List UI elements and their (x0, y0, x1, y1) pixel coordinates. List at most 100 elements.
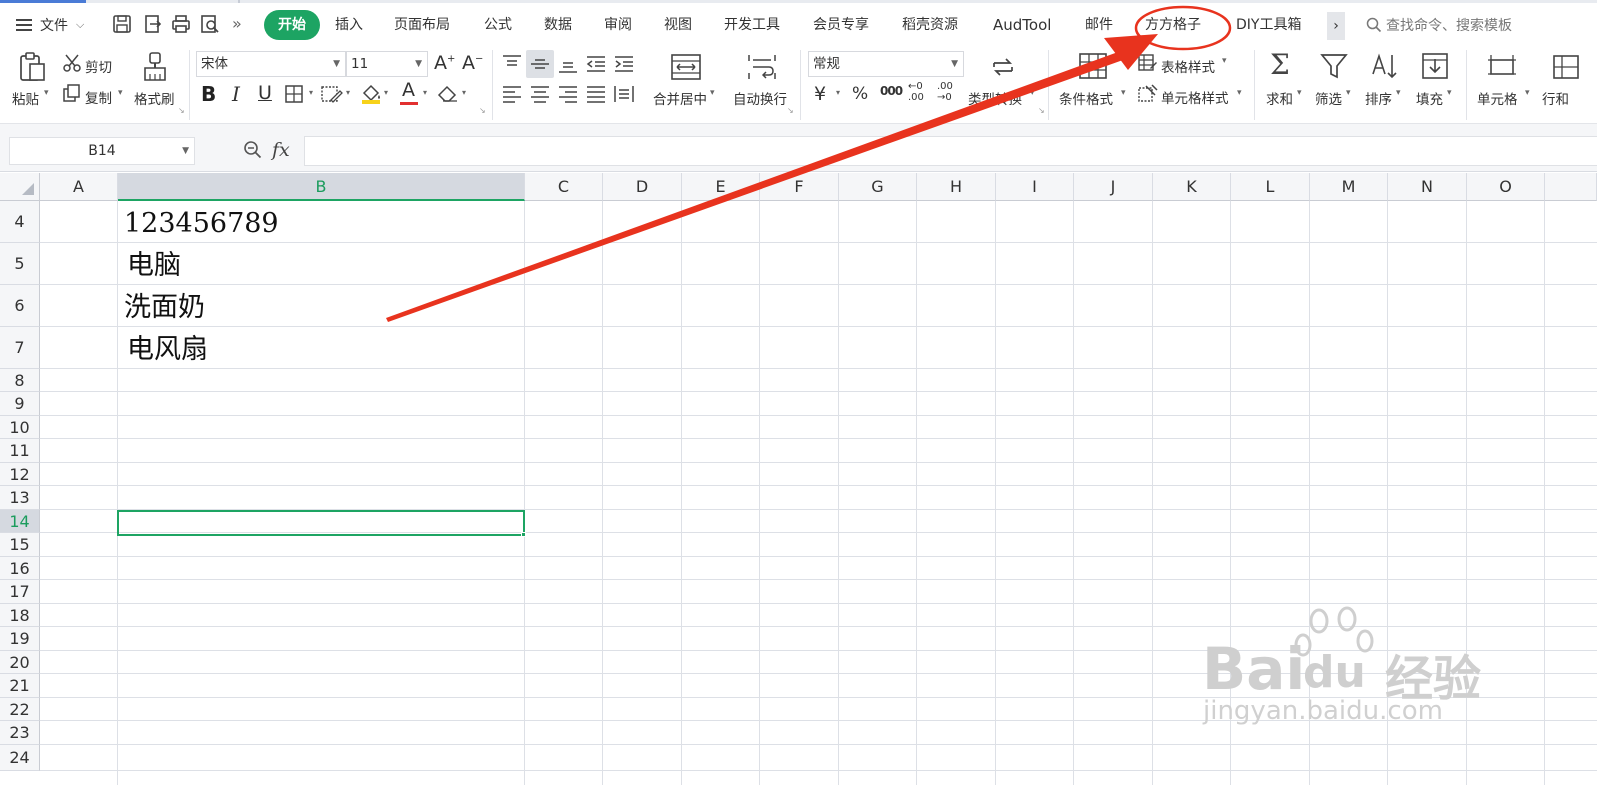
conditional-format-button[interactable]: 条件格式 (1059, 88, 1113, 108)
fill-handle[interactable] (521, 532, 526, 537)
active-cell-B14[interactable] (117, 510, 525, 536)
export-pdf-icon[interactable] (143, 14, 163, 34)
row-header-14[interactable]: 14 (0, 510, 40, 533)
chevron-down-icon[interactable]: ▾ (836, 88, 840, 97)
column-header-B[interactable]: B (118, 173, 525, 201)
tab-fangfangezi[interactable]: 方方格子 (1145, 10, 1201, 40)
conditional-format-icon[interactable] (1078, 52, 1108, 80)
row-header-6[interactable]: 6 (0, 285, 40, 327)
paste-button[interactable]: 粘贴 (12, 88, 39, 108)
font-color-icon[interactable]: A (402, 79, 415, 101)
align-right-icon[interactable] (557, 84, 579, 104)
column-header-K[interactable]: K (1153, 173, 1231, 201)
alignment-launcher-icon[interactable]: ↘ (787, 106, 794, 115)
wrap-text-button[interactable]: 自动换行 (733, 88, 787, 108)
insert-function-button[interactable]: fx (272, 139, 290, 161)
row-header-8[interactable]: 8 (0, 369, 40, 392)
row-header-22[interactable]: 22 (0, 698, 40, 721)
type-convert-icon[interactable] (990, 54, 1016, 80)
file-menu[interactable]: 文件 ⌵ (16, 14, 84, 36)
cell-style-button[interactable]: 单元格样式 (1161, 87, 1229, 107)
tab-developer[interactable]: 开发工具 (724, 10, 780, 40)
tab-insert[interactable]: 插入 (335, 10, 363, 40)
fill-color-icon[interactable] (360, 82, 382, 104)
row-header-5[interactable]: 5 (0, 243, 40, 285)
chevron-down-icon[interactable]: ▾ (423, 88, 427, 97)
currency-icon[interactable]: ¥ (814, 83, 826, 105)
decrease-decimal-icon[interactable]: .00 →0 (937, 81, 953, 103)
filter-button[interactable]: 筛选 (1315, 88, 1342, 108)
eraser-icon[interactable] (437, 84, 459, 102)
row-header-21[interactable]: 21 (0, 674, 40, 698)
number-format-select[interactable]: 常规 ▼ (808, 51, 964, 77)
paste-icon[interactable] (18, 52, 46, 82)
row-header-15[interactable]: 15 (0, 533, 40, 557)
font-launcher-icon[interactable]: ↘ (479, 106, 486, 115)
chevron-down-icon[interactable]: ▾ (462, 88, 466, 97)
tab-view[interactable]: 视图 (664, 10, 692, 40)
row-header-24[interactable]: 24 (0, 745, 40, 771)
row-header-16[interactable]: 16 (0, 557, 40, 580)
save-icon[interactable] (112, 14, 132, 34)
column-header-D[interactable]: D (603, 173, 682, 201)
chevron-down-icon[interactable]: ▾ (1222, 56, 1227, 66)
underline-icon[interactable]: U (258, 82, 272, 104)
row-header-13[interactable]: 13 (0, 486, 40, 510)
font-size-select[interactable]: 11 ▼ (346, 51, 428, 77)
bold-icon[interactable]: B (201, 82, 216, 106)
column-header-J[interactable]: J (1074, 173, 1153, 201)
row-header-23[interactable]: 23 (0, 721, 40, 745)
row-header-20[interactable]: 20 (0, 651, 40, 674)
align-bottom-icon[interactable] (557, 54, 579, 74)
column-header-C[interactable]: C (525, 173, 603, 201)
tab-review[interactable]: 审阅 (604, 10, 632, 40)
cell-B5[interactable]: 电脑 (127, 245, 181, 286)
format-painter-icon[interactable] (142, 52, 168, 82)
cell-B6[interactable]: 洗面奶 (124, 287, 205, 328)
row-header-11[interactable]: 11 (0, 439, 40, 463)
cell-format-icon[interactable] (321, 85, 343, 103)
increase-decimal-icon[interactable]: ←0.00 (908, 81, 924, 103)
row-header-10[interactable]: 10 (0, 416, 40, 439)
increase-indent-icon[interactable] (613, 54, 635, 74)
row-col-icon[interactable] (1552, 54, 1582, 80)
paste-dropdown-icon[interactable]: ▾ (44, 88, 49, 98)
chevron-down-icon[interactable]: ▾ (1237, 88, 1242, 98)
justify-icon[interactable] (585, 84, 607, 104)
decrease-font-size-icon[interactable]: A− (462, 52, 483, 74)
number-launcher-icon[interactable]: ↘ (1038, 106, 1045, 115)
filter-icon[interactable] (1320, 52, 1348, 80)
italic-icon[interactable]: I (232, 82, 240, 106)
column-header-O[interactable]: O (1467, 173, 1545, 201)
table-style-button[interactable]: 表格样式 (1161, 56, 1215, 76)
chevron-down-icon[interactable]: ▾ (309, 88, 313, 97)
column-header-E[interactable]: E (682, 173, 760, 201)
clipboard-launcher-icon[interactable]: ↘ (178, 106, 185, 115)
tab-diy-toolbox[interactable]: DIY工具箱 (1236, 10, 1301, 40)
format-painter-button[interactable]: 格式刷 (134, 88, 175, 108)
row-header-9[interactable]: 9 (0, 392, 40, 416)
chevron-down-icon[interactable]: ▾ (710, 88, 715, 98)
font-name-select[interactable]: 宋体 ▼ (196, 51, 346, 77)
row-header-19[interactable]: 19 (0, 627, 40, 651)
row-header-7[interactable]: 7 (0, 327, 40, 369)
tab-page-layout[interactable]: 页面布局 (394, 10, 450, 40)
align-center-icon[interactable] (529, 84, 551, 104)
command-search[interactable]: 查找命令、搜索模板 (1366, 14, 1512, 36)
copy-dropdown-icon[interactable]: ▾ (118, 88, 123, 98)
cut-button[interactable]: 剪切 (85, 56, 112, 76)
borders-icon[interactable] (285, 85, 305, 103)
row-col-button[interactable]: 行和 (1542, 88, 1569, 108)
tab-mail[interactable]: 邮件 (1085, 10, 1113, 40)
chevron-down-icon[interactable]: ▾ (1030, 88, 1035, 98)
chevron-down-icon[interactable]: ▾ (1121, 88, 1126, 98)
merge-center-icon[interactable] (670, 52, 702, 82)
chevron-down-icon[interactable]: ▾ (1396, 88, 1401, 98)
copy-button[interactable]: 复制 (85, 87, 112, 107)
chevron-down-icon[interactable]: ▾ (1525, 88, 1530, 98)
column-header-A[interactable]: A (40, 173, 118, 201)
chevron-down-icon[interactable]: ▾ (346, 88, 350, 97)
cell-B7[interactable]: 电风扇 (127, 329, 208, 370)
tab-data[interactable]: 数据 (544, 10, 572, 40)
column-header-G[interactable]: G (839, 173, 917, 201)
